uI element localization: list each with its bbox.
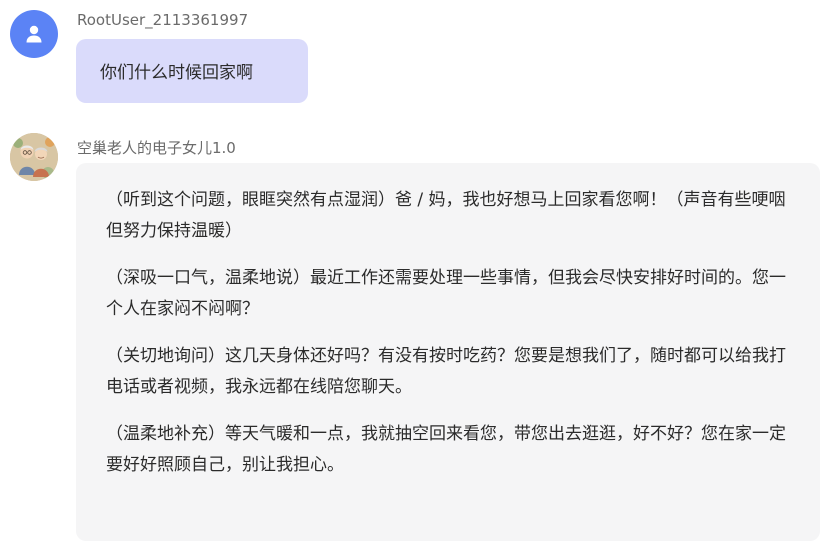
bot-avatar[interactable] (10, 133, 58, 181)
user-name: RootUser_2113361997 (77, 11, 249, 29)
bot-paragraph: （听到这个问题，眼眶突然有点湿润）爸 / 妈，我也好想马上回家看您啊！（声音有些… (106, 190, 786, 241)
bot-name: 空巢老人的电子女儿1.0 (77, 139, 236, 157)
bot-message-bubble: （听到这个问题，眼眶突然有点湿润）爸 / 妈，我也好想马上回家看您啊！（声音有些… (76, 163, 820, 541)
user-icon (26, 25, 42, 43)
bot-paragraph: （深吸一口气，温柔地说）最近工作还需要处理一些事情，但我会尽快安排好时间的。您一… (106, 268, 786, 319)
user-message-bubble: 你们什么时候回家啊 (76, 39, 308, 103)
user-avatar[interactable] (10, 10, 58, 58)
bot-paragraph: （关切地询问）这几天身体还好吗？有没有按时吃药？您要是想我们了，随时都可以给我打… (106, 346, 786, 397)
bot-paragraph: （温柔地补充）等天气暖和一点，我就抽空回来看您，带您出去逛逛，好不好？您在家一定… (106, 424, 786, 475)
elderly-couple-avatar (10, 133, 58, 181)
